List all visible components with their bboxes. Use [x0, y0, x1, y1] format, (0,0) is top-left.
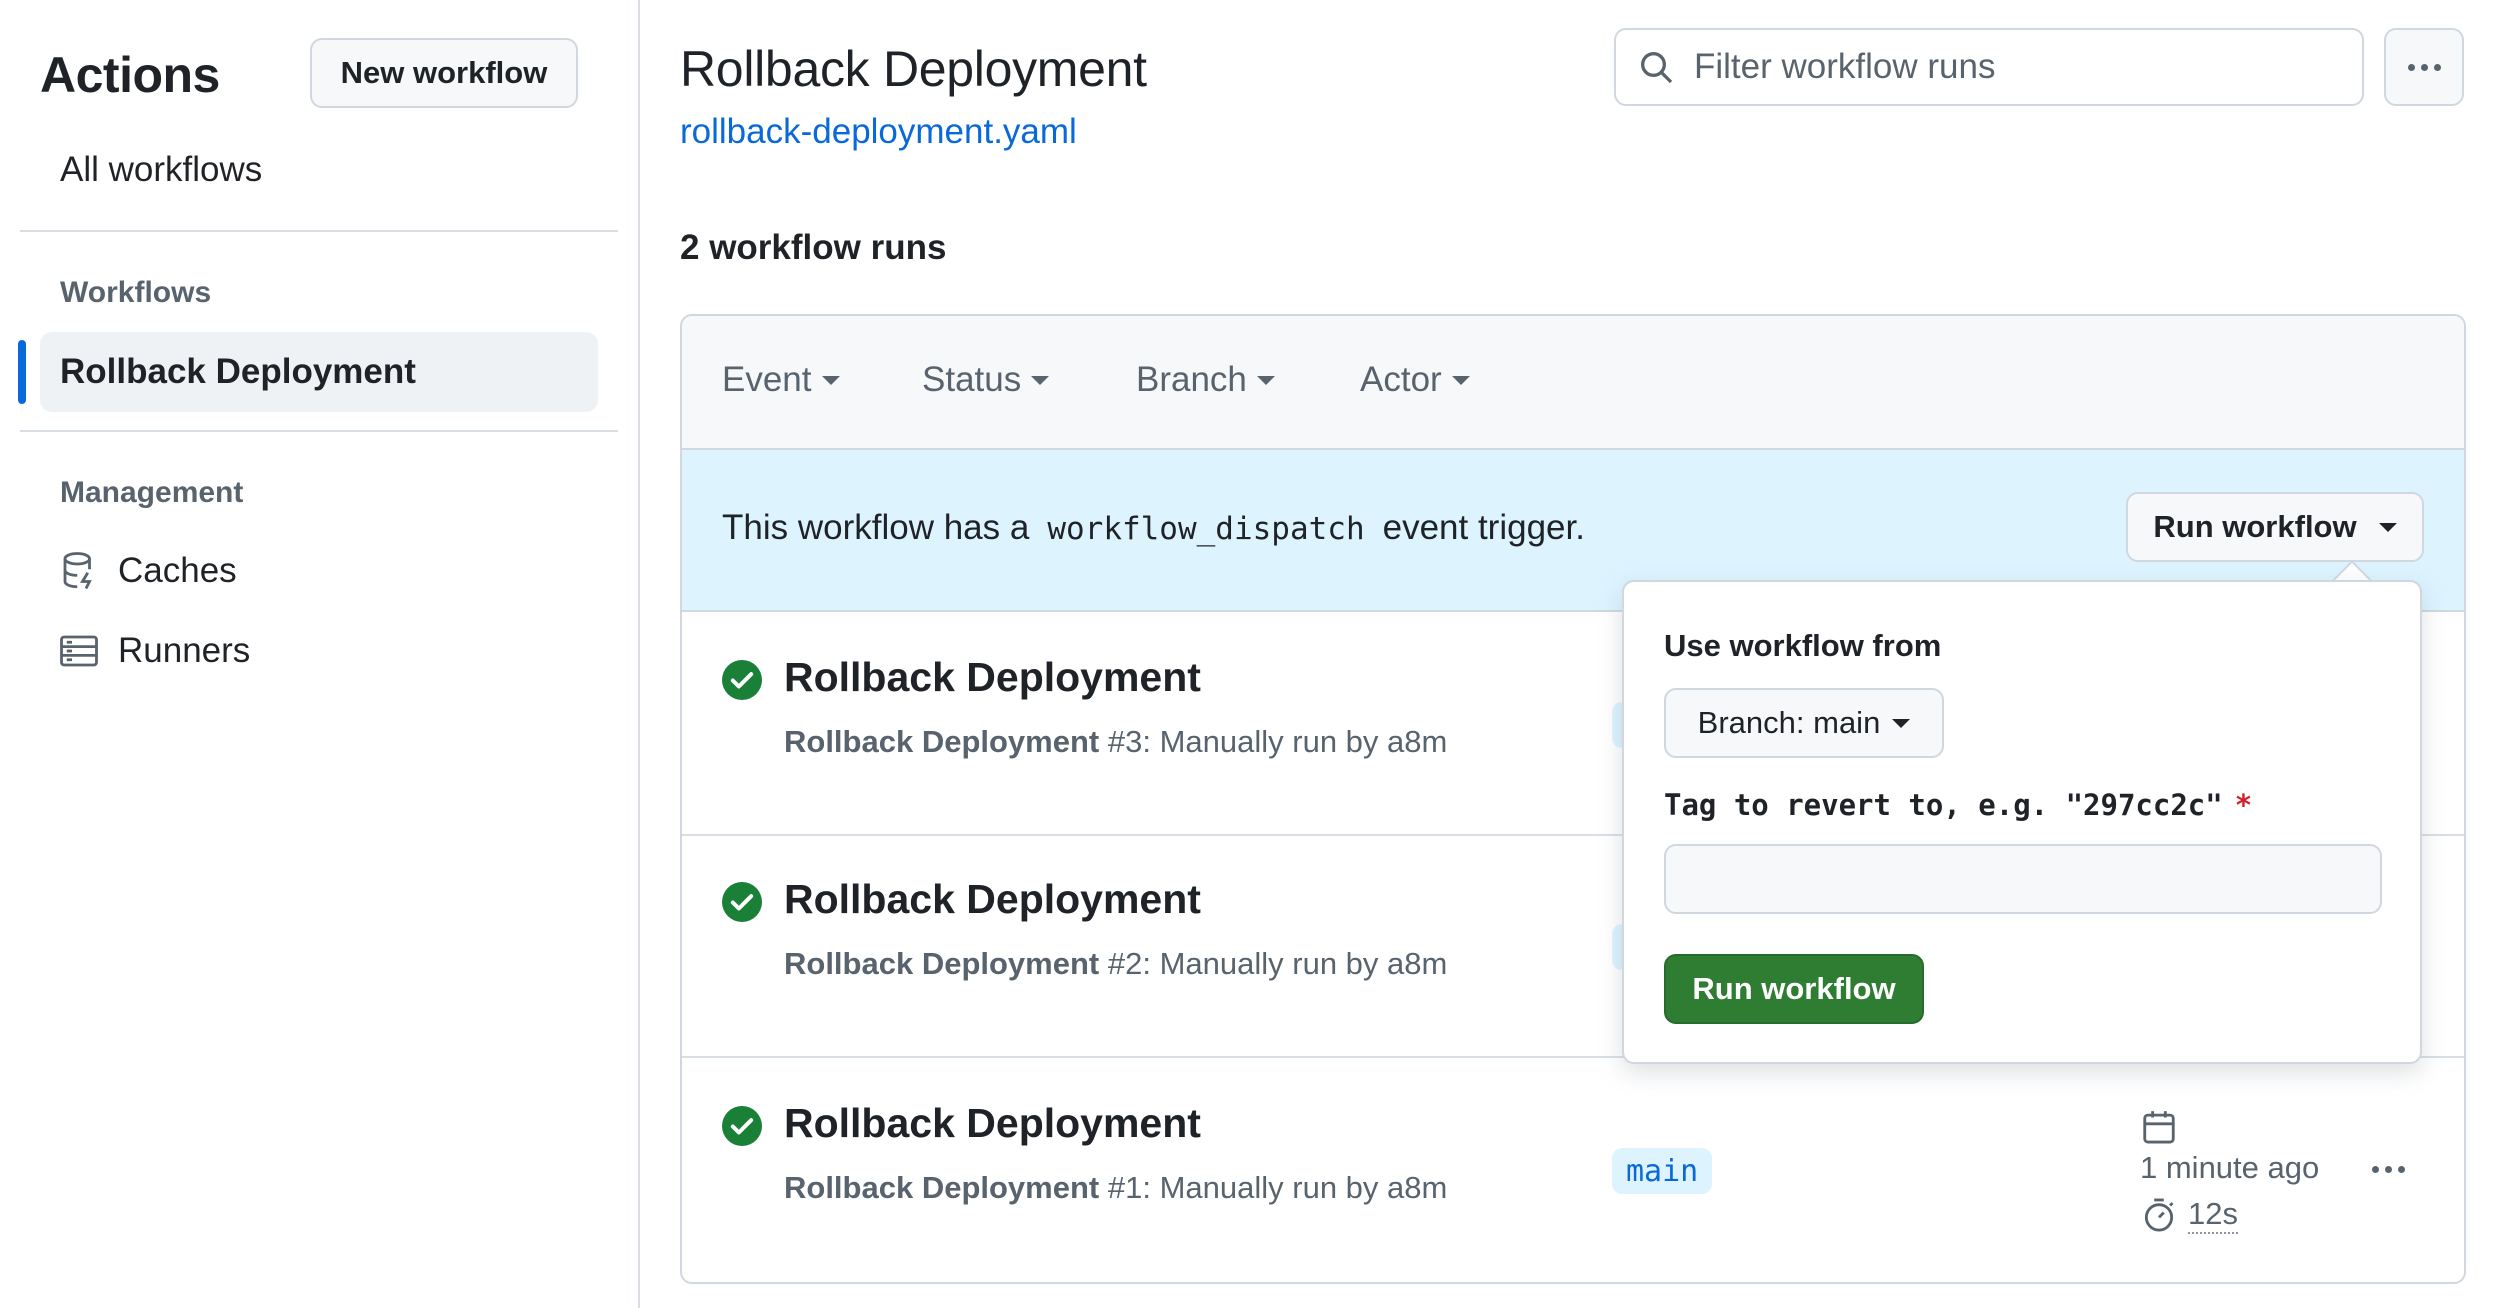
tag-label-text: Tag to revert to, e.g. "297cc2c"	[1664, 788, 2223, 822]
sidebar-item-runners[interactable]: Runners	[58, 630, 250, 672]
branch-filter-label: Branch	[1136, 360, 1247, 399]
tag-input[interactable]	[1664, 844, 2382, 914]
run-detail: #1: Manually run by a8m	[1107, 1170, 1448, 1205]
run-subtitle: Rollback Deployment #1: Manually run by …	[784, 1170, 1447, 1206]
event-filter-label: Event	[722, 360, 812, 399]
page-title: Actions	[40, 47, 220, 103]
active-indicator	[18, 340, 26, 404]
kebab-icon	[2407, 63, 2415, 71]
use-workflow-from-label: Use workflow from	[1664, 628, 1942, 663]
sidebar-item-all-workflows[interactable]: All workflows	[60, 150, 262, 190]
stopwatch-icon	[2144, 1198, 2174, 1232]
database-icon	[63, 552, 92, 590]
banner-prefix: This workflow has a	[722, 508, 1030, 547]
actor-filter[interactable]: Actor	[1360, 360, 1470, 400]
sidebar-item-label[interactable]: Rollback Deployment	[60, 352, 416, 392]
kebab-dot	[2398, 1166, 2405, 1173]
chevron-down-icon	[821, 375, 840, 385]
run-detail: #3: Manually run by a8m	[1107, 724, 1448, 759]
runs-count: 2 workflow runs	[680, 228, 947, 267]
filter-placeholder: Filter workflow runs	[1694, 47, 1996, 86]
run-detail: #2: Manually run by a8m	[1107, 946, 1448, 981]
kebab-dot	[2433, 63, 2441, 71]
server-icon	[60, 635, 98, 667]
banner-suffix: event trigger.	[1382, 508, 1585, 547]
run-workflow-submit-button[interactable]: Run workflow	[1664, 954, 1924, 1024]
run-title[interactable]: Rollback Deployment	[784, 876, 1201, 923]
sidebar-item-caches[interactable]: Caches	[58, 550, 237, 592]
branch-chip[interactable]: main	[1612, 1148, 1713, 1194]
more-options-button[interactable]	[2384, 28, 2464, 106]
chevron-down-icon	[1892, 718, 1911, 728]
tag-input-label: Tag to revert to, e.g. "297cc2c" *	[1664, 788, 2252, 822]
check-circle-icon	[722, 660, 762, 700]
divider	[20, 430, 618, 432]
run-subtitle: Rollback Deployment #3: Manually run by …	[784, 724, 1447, 760]
run-subtitle: Rollback Deployment #2: Manually run by …	[784, 946, 1447, 982]
chevron-down-icon	[1451, 375, 1470, 385]
run-meta: 1 minute ago 12s	[2140, 1108, 2319, 1234]
workflow-title: Rollback Deployment	[680, 41, 1147, 97]
run-options-button[interactable]	[2372, 1166, 2405, 1173]
calendar-icon	[2143, 1111, 2175, 1144]
chevron-down-icon	[1256, 375, 1275, 385]
run-workflow-name: Rollback Deployment	[784, 724, 1100, 759]
banner-code: workflow_dispatch	[1047, 511, 1365, 547]
sidebar-item-label: Runners	[118, 631, 251, 670]
run-workflow-name: Rollback Deployment	[784, 1170, 1100, 1205]
chevron-down-icon	[1031, 375, 1050, 385]
filter-runs-input[interactable]: Filter workflow runs	[1614, 28, 2364, 106]
workflow-file-link[interactable]: rollback-deployment.yaml	[680, 112, 1077, 152]
run-workflow-dropdown-button[interactable]: Run workflow	[2126, 492, 2424, 562]
run-workflow-name: Rollback Deployment	[784, 946, 1100, 981]
run-workflow-label: Run workflow	[2153, 509, 2357, 544]
run-title[interactable]: Rollback Deployment	[784, 1100, 1201, 1147]
filter-bar: Event Status Branch Actor	[682, 316, 2464, 450]
new-workflow-button[interactable]: New workflow	[310, 38, 578, 108]
event-filter[interactable]: Event	[722, 360, 840, 400]
kebab-dot	[2385, 1166, 2392, 1173]
run-time: 1 minute ago	[2140, 1150, 2320, 1185]
table-row[interactable]: Rollback Deployment Rollback Deployment …	[682, 1060, 2464, 1282]
run-duration-value: 12s	[2188, 1196, 2238, 1234]
divider	[20, 230, 618, 232]
run-duration: 12s	[2140, 1196, 2319, 1234]
workflows-heading: Workflows	[60, 276, 212, 309]
run-workflow-popover: Use workflow from Branch: main Tag to re…	[1622, 580, 2422, 1064]
kebab-icon	[2372, 1166, 2379, 1173]
run-title[interactable]: Rollback Deployment	[784, 654, 1201, 701]
required-marker: *	[2234, 788, 2253, 822]
sidebar-item-label: Caches	[118, 551, 237, 590]
branch-select-label: Branch: main	[1697, 705, 1881, 740]
kebab-dot	[2420, 63, 2428, 71]
status-filter[interactable]: Status	[922, 360, 1050, 400]
search-icon	[1641, 52, 1673, 84]
management-heading: Management	[60, 476, 244, 509]
actor-filter-label: Actor	[1360, 360, 1442, 399]
banner-text: This workflow has a workflow_dispatch ev…	[722, 508, 1585, 548]
check-circle-icon	[722, 1106, 762, 1146]
status-filter-label: Status	[922, 360, 1022, 399]
sidebar: Actions New workflow All workflows Workf…	[0, 0, 640, 1308]
chevron-down-icon	[2378, 522, 2397, 532]
check-circle-icon	[722, 882, 762, 922]
branch-filter[interactable]: Branch	[1136, 360, 1275, 400]
branch-select-button[interactable]: Branch: main	[1664, 688, 1944, 758]
